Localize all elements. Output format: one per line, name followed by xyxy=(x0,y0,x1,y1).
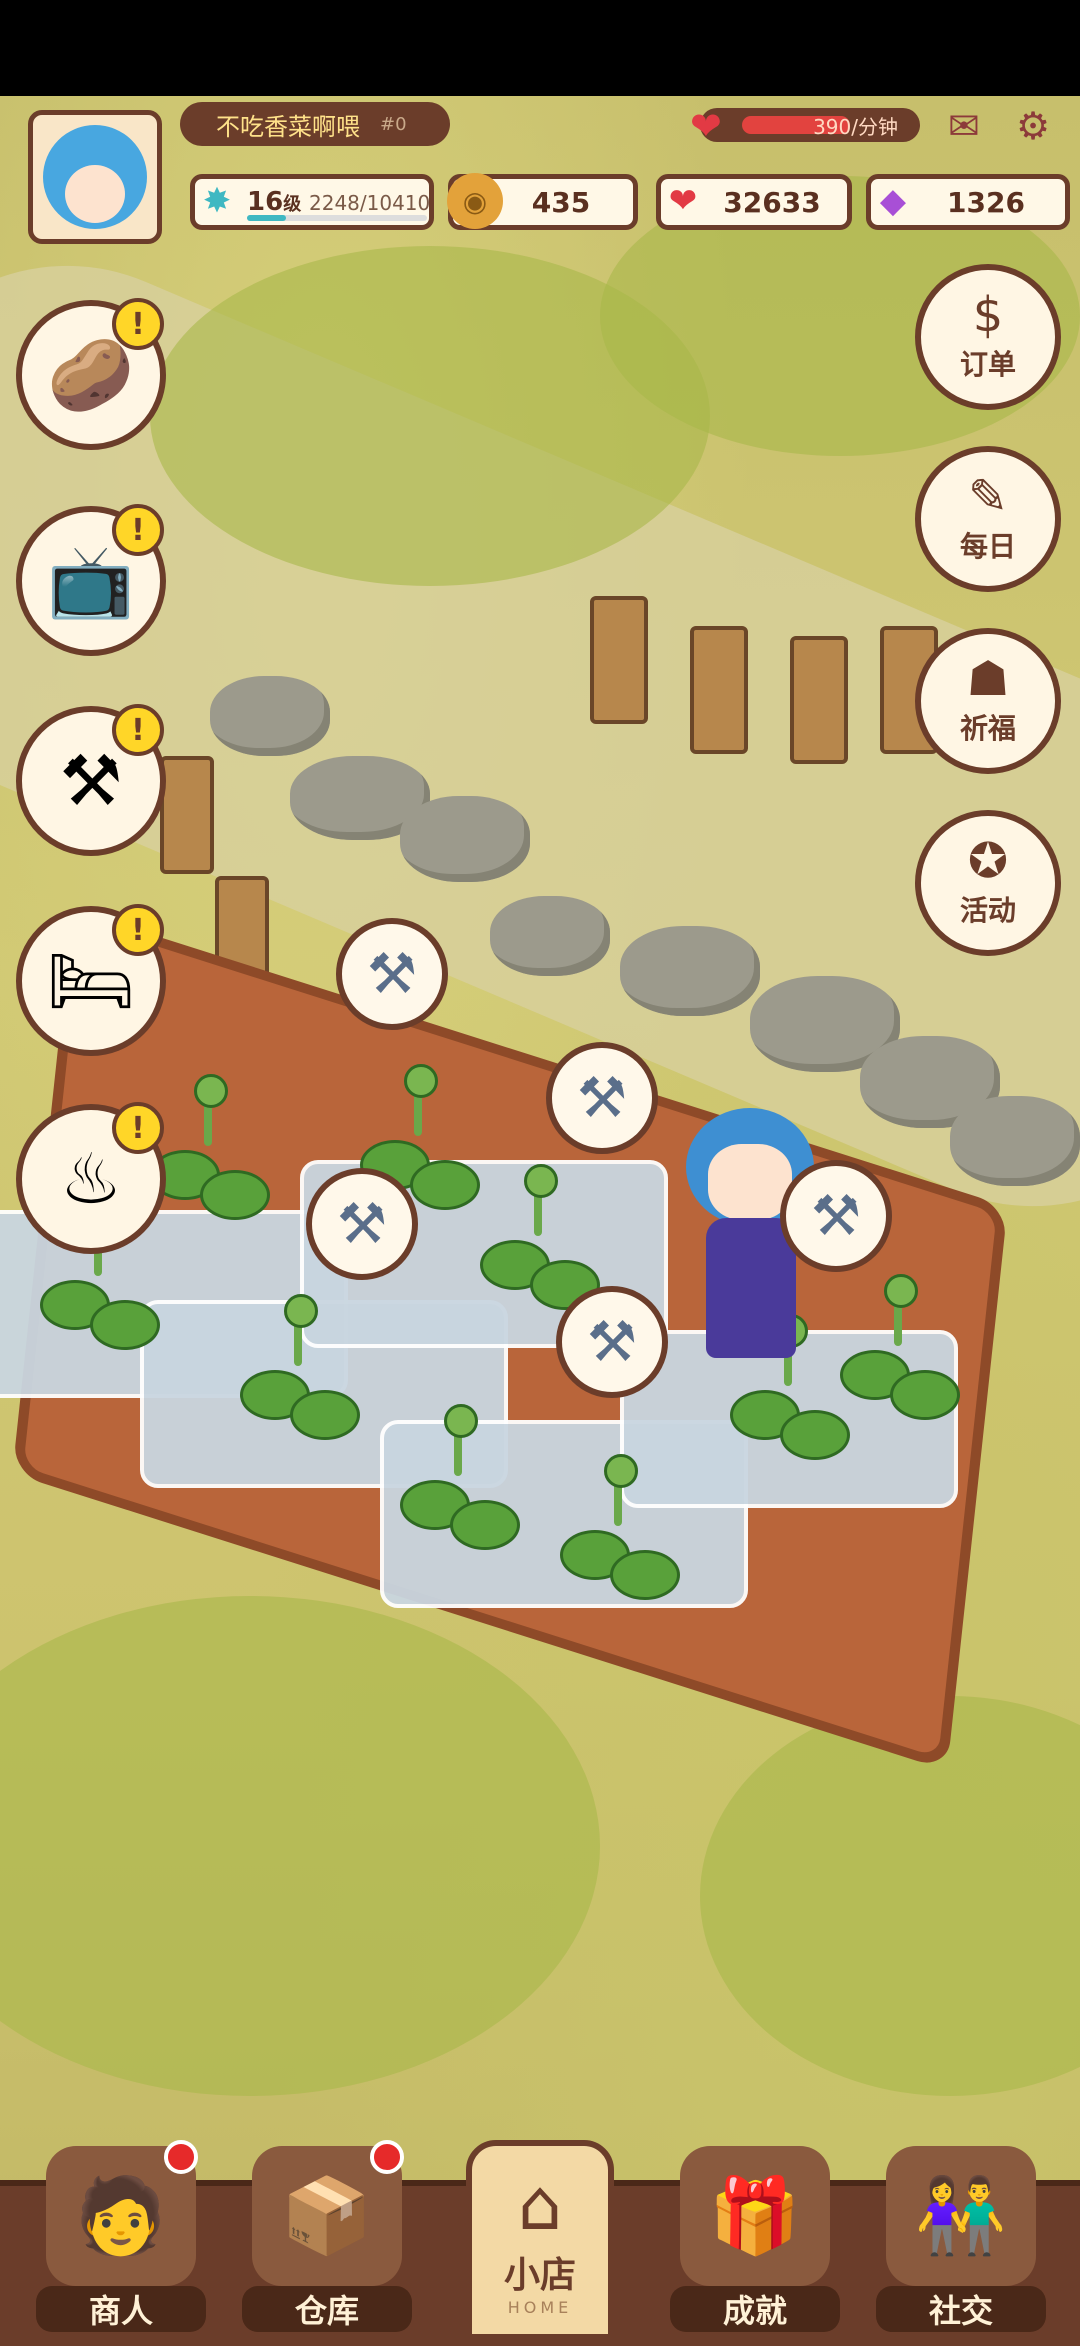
stepping-stone xyxy=(210,676,330,756)
daily-label: 每日 xyxy=(959,530,1016,563)
sickle-icon[interactable]: ⚒ xyxy=(780,1160,892,1272)
stepping-stone xyxy=(950,1096,1080,1186)
heart-rate-bar: ❤ 390/分钟 xyxy=(690,104,920,148)
level-unit: 级 xyxy=(283,194,302,215)
achievement-icon: 🎁 xyxy=(680,2146,830,2286)
lotus-plant[interactable] xyxy=(150,1074,270,1230)
lotus-plant[interactable] xyxy=(240,1294,360,1450)
left-menu-shop-sign[interactable]: ♨ ! xyxy=(16,1102,166,1254)
gem-icon: ◆ xyxy=(879,181,907,221)
shop-sign-icon: ♨ xyxy=(59,1138,123,1220)
nav-achievement-label: 成就 xyxy=(670,2286,840,2332)
alert-badge: ! xyxy=(112,904,164,956)
workbench-icon: ⚒ xyxy=(59,740,123,822)
left-menu-potato[interactable]: 🥔 ! xyxy=(16,298,166,450)
alert-badge: ! xyxy=(112,298,164,350)
heart-icon: ❤ xyxy=(668,181,698,221)
status-bar xyxy=(0,0,1080,96)
right-menu-orders[interactable]: $ 订单 xyxy=(915,264,1061,410)
xp-bar-fill xyxy=(247,215,286,221)
left-menu-bed[interactable]: 🛏 ! xyxy=(16,904,166,1056)
star-icon: ✸ xyxy=(202,181,232,221)
player-name: 不吃香菜啊喂 xyxy=(216,112,360,141)
home-icon: ⌂ xyxy=(517,2163,563,2246)
right-menu-events[interactable]: ✪ 活动 xyxy=(915,810,1061,956)
pray-label: 祈福 xyxy=(959,712,1016,745)
heart-counter[interactable]: ❤ 32633 xyxy=(656,174,852,230)
wooden-fence xyxy=(590,596,648,724)
notification-dot xyxy=(370,2140,404,2174)
nav-achievement[interactable]: 🎁 成就 xyxy=(660,2146,850,2336)
lotus-plant[interactable] xyxy=(730,1314,850,1470)
sickle-icon[interactable]: ⚒ xyxy=(306,1168,418,1280)
alert-badge: ! xyxy=(112,704,164,756)
alert-badge: ! xyxy=(112,1102,164,1154)
gold-counter[interactable]: ◉ 435 xyxy=(447,173,638,230)
lotus-plant[interactable] xyxy=(840,1274,960,1430)
alert-badge: ! xyxy=(112,504,164,556)
xp-bar xyxy=(247,215,427,221)
coin-icon: ◉ xyxy=(447,173,503,229)
stepping-stone xyxy=(620,926,760,1016)
avatar-portrait xyxy=(43,125,147,229)
wooden-fence xyxy=(160,756,214,874)
top-hud: 不吃香菜啊喂 #0 ❤ 390/分钟 ✉ ⚙ ✸ 16级 2248/10410 … xyxy=(0,96,1080,256)
player-id: #0 xyxy=(380,113,407,135)
stepping-stone xyxy=(490,896,610,976)
mail-icon[interactable]: ✉ xyxy=(948,104,980,148)
nav-warehouse[interactable]: 📦 仓库 xyxy=(232,2140,422,2336)
right-menu-pray[interactable]: ☗ 祈福 xyxy=(915,628,1061,774)
grass-patch xyxy=(0,1596,600,2096)
gem-counter[interactable]: ◆ 1326 xyxy=(866,174,1070,230)
daily-notebook-icon: ✎ xyxy=(967,469,1009,525)
gear-icon[interactable]: ⚙ xyxy=(1016,104,1050,148)
wooden-fence xyxy=(690,626,748,754)
left-menu-tv[interactable]: 📺 ! xyxy=(16,504,166,656)
lotus-plant[interactable] xyxy=(400,1404,520,1560)
events-label: 活动 xyxy=(959,894,1016,927)
bed-icon: 🛏 xyxy=(46,939,136,1022)
sickle-icon[interactable]: ⚒ xyxy=(556,1286,668,1398)
grass-patch xyxy=(700,1696,1080,2096)
order-book-icon: $ xyxy=(972,287,1004,343)
orders-label: 订单 xyxy=(959,348,1016,381)
lotus-plant[interactable] xyxy=(560,1454,680,1610)
nav-merchant-label: 商人 xyxy=(36,2286,206,2332)
nav-home[interactable]: ⌂ 小店 HOME xyxy=(466,2140,614,2340)
level-number: 16 xyxy=(247,187,284,217)
xp-text: 2248/10410 xyxy=(309,191,431,215)
balloon-icon: ✪ xyxy=(967,833,1009,889)
wooden-fence xyxy=(790,636,848,764)
level-display[interactable]: ✸ 16级 2248/10410 xyxy=(190,174,434,230)
nav-home-label: 小店 xyxy=(503,2254,576,2296)
nav-home-sub: HOME xyxy=(507,2297,573,2317)
heart-icon: ❤ xyxy=(690,104,722,148)
sickle-icon[interactable]: ⚒ xyxy=(336,918,448,1030)
notification-dot xyxy=(164,2140,198,2174)
nav-merchant[interactable]: 🧑 商人 xyxy=(26,2140,216,2336)
pray-icon: ☗ xyxy=(966,651,1010,707)
lotus-plant[interactable] xyxy=(40,1204,160,1360)
right-menu-daily[interactable]: ✎ 每日 xyxy=(915,446,1061,592)
potato-icon: 🥔 xyxy=(47,333,135,416)
social-icon: 👫 xyxy=(886,2146,1036,2286)
tv-icon: 📺 xyxy=(47,539,135,622)
rate-text: 390/分钟 xyxy=(813,114,898,139)
player-name-plate[interactable]: 不吃香菜啊喂 #0 xyxy=(180,102,450,146)
stepping-stone xyxy=(400,796,530,882)
nav-warehouse-label: 仓库 xyxy=(242,2286,412,2332)
left-menu-workbench[interactable]: ⚒ ! xyxy=(16,704,166,856)
nav-social[interactable]: 👫 社交 xyxy=(866,2146,1056,2336)
avatar[interactable] xyxy=(28,110,162,244)
sickle-icon[interactable]: ⚒ xyxy=(546,1042,658,1154)
nav-social-label: 社交 xyxy=(876,2286,1046,2332)
